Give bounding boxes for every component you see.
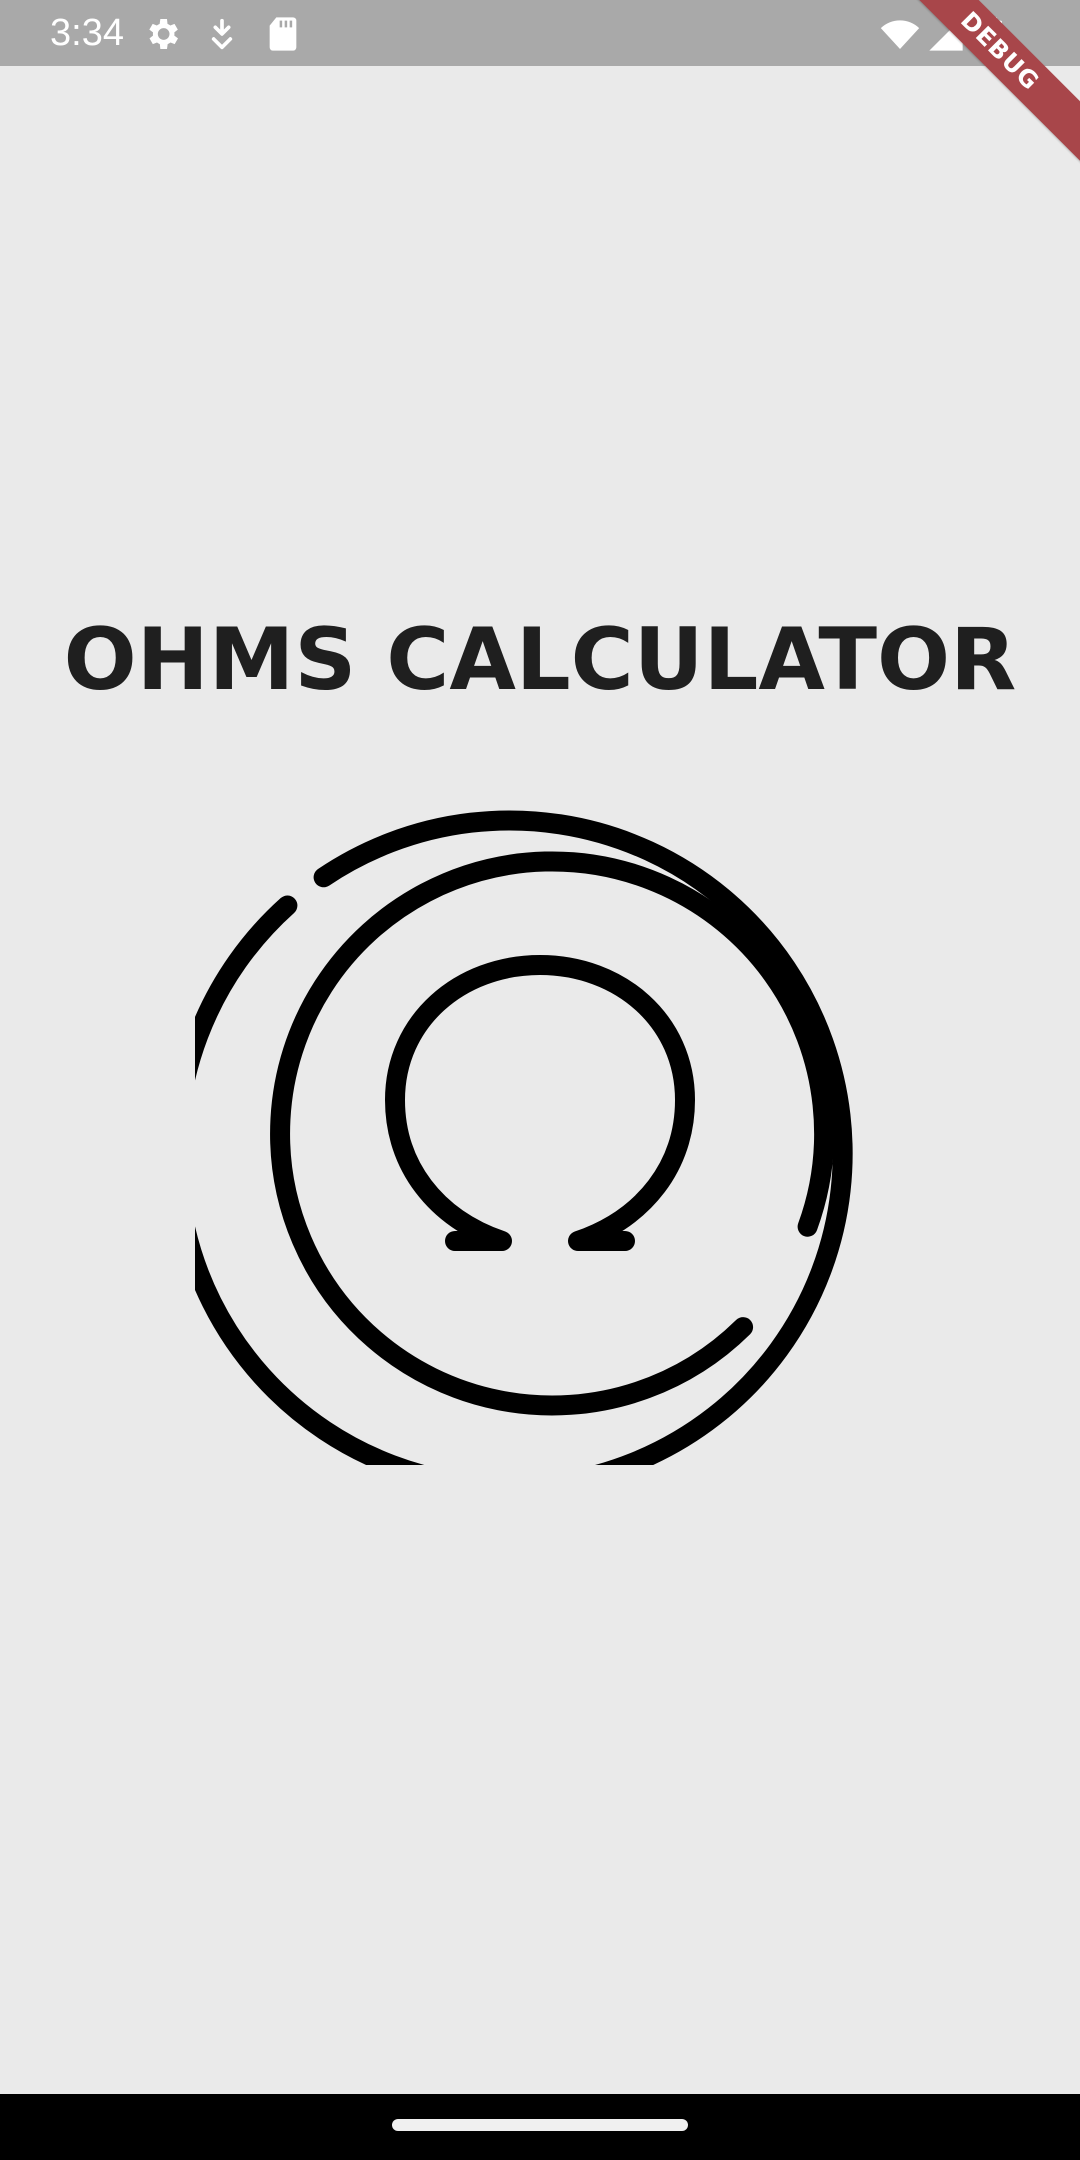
app-title: OHMS CALCULATOR <box>63 610 1017 710</box>
sd-card-icon <box>263 14 303 54</box>
settings-icon <box>142 14 182 54</box>
status-time: 3:34 <box>50 12 124 54</box>
wifi-icon <box>880 14 920 54</box>
splash-screen: 3:34 DEBUG OHMS CALCULATOR <box>0 0 1080 2160</box>
download-icon <box>202 14 242 54</box>
home-indicator[interactable] <box>392 2119 688 2131</box>
omega-icon <box>195 775 885 1465</box>
status-bar: 3:34 <box>0 0 1080 66</box>
